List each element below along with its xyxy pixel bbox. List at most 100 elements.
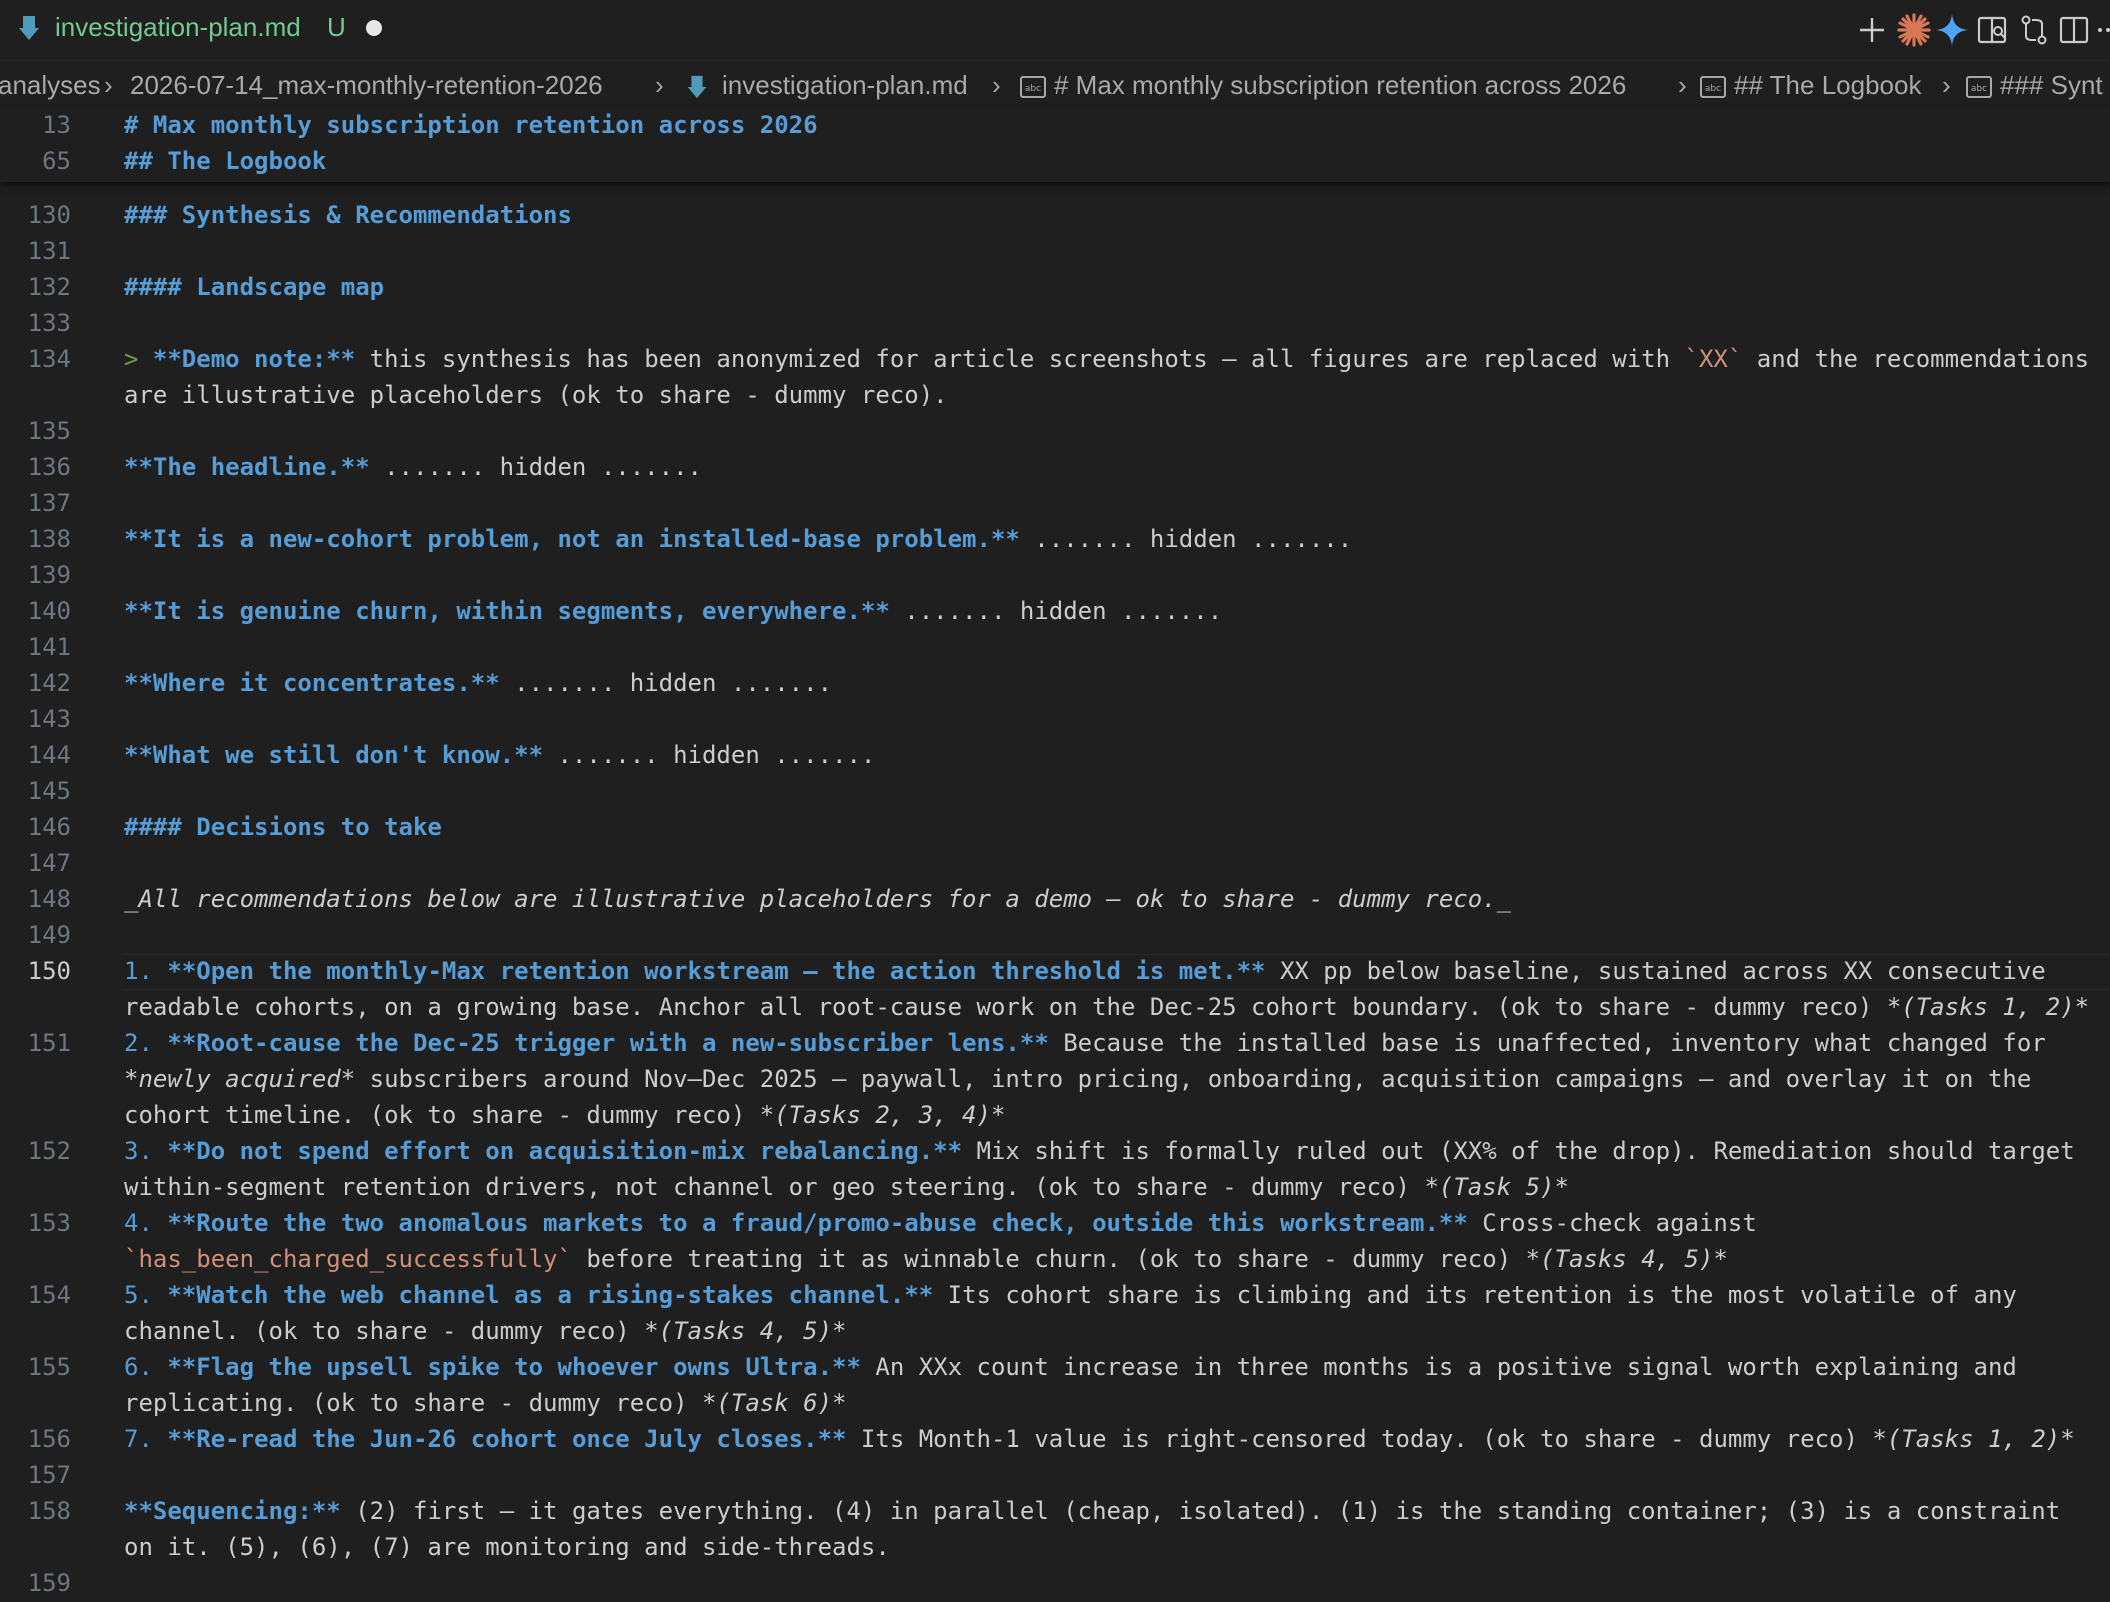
bold-text: **Flag the upsell spike to whoever owns …	[167, 1353, 861, 1381]
bold-text: **It is genuine churn, within segments, …	[124, 597, 890, 625]
bold-text: **Sequencing:**	[124, 1497, 341, 1525]
list-item-4: 4. **Route the two anomalous markets to …	[124, 1208, 1757, 1238]
italic-tasks: *(Task 5)*	[1424, 1173, 1569, 1201]
text: ....... hidden .......	[543, 741, 876, 769]
line-number: 158	[27, 1497, 71, 1525]
italic-tasks: *(Tasks 1, 2)*	[1886, 993, 2090, 1021]
italic-tasks: *(Tasks 2, 3, 4)*	[759, 1101, 1006, 1129]
editor-tab-bar: investigation-plan.md U	[0, 0, 2110, 61]
text: Its Month-1 value is right-censored toda…	[846, 1425, 1873, 1453]
line-number: 147	[27, 849, 71, 877]
heading-synthesis: ### Synthesis & Recommendations	[124, 201, 572, 229]
paragraph-headline: **The headline.** ....... hidden .......	[124, 452, 702, 482]
symbol-string-icon: abc	[1966, 76, 1992, 98]
wrapped-text: `has_been_charged_successfully` before t…	[124, 1244, 1728, 1274]
split-editor-icon[interactable]	[2056, 12, 2092, 48]
breadcrumb-heading-3[interactable]: ### Synt	[2000, 70, 2103, 101]
italic-disclaimer: _All recommendations below are illustrat…	[124, 885, 1512, 913]
text: ....... hidden .......	[369, 453, 702, 481]
open-preview-icon[interactable]	[1974, 12, 2010, 48]
line-number: 148	[27, 885, 71, 913]
paragraph-genuine-churn: **It is genuine churn, within segments, …	[124, 596, 1222, 626]
more-actions-icon[interactable]	[2096, 12, 2110, 48]
blockquote-demo-note: > **Demo note:** this synthesis has been…	[124, 344, 2089, 374]
bold-text: **Re-read the Jun-26 cohort once July cl…	[167, 1425, 847, 1453]
wrapped-text: replicating. (ok to share - dummy reco) …	[124, 1388, 846, 1418]
claude-icon[interactable]	[1896, 12, 1932, 48]
wrapped-text: *newly acquired* subscribers around Nov–…	[124, 1064, 2031, 1094]
text: and the recommendations	[1742, 345, 2090, 373]
text: Mix shift is formally ruled out (XX% of …	[962, 1137, 2075, 1165]
breadcrumb-file[interactable]: investigation-plan.md	[722, 70, 968, 101]
breadcrumb-folder-analysis[interactable]: 2026-07-14_max-monthly-retention-2026	[130, 70, 603, 101]
breadcrumb-folder-analyses[interactable]: analyses	[0, 70, 101, 101]
compare-changes-icon[interactable]	[2016, 12, 2052, 48]
chevron-right-icon: ›	[1942, 70, 1951, 100]
list-item-7: 7. **Re-read the Jun-26 cohort once July…	[124, 1424, 2075, 1454]
svg-text:abc: abc	[1971, 84, 1987, 94]
text: (2) first — it gates everything. (4) in …	[340, 1497, 2061, 1525]
line-number: 131	[27, 237, 71, 265]
line-number: 144	[27, 741, 71, 769]
bold-text: **The headline.**	[124, 453, 370, 481]
paragraph-sequencing: **Sequencing:** (2) first — it gates eve…	[124, 1496, 2060, 1526]
wrapped-text: on it. (5), (6), (7) are monitoring and …	[124, 1533, 890, 1561]
tab-title: investigation-plan.md	[55, 12, 301, 42]
line-number: 140	[27, 597, 71, 625]
editor-tab-investigation-plan[interactable]: investigation-plan.md U	[0, 0, 420, 60]
bold-text: **Route the two anomalous markets to a f…	[167, 1209, 1468, 1237]
italic-tasks: *(Tasks 1, 2)*	[1872, 1425, 2075, 1453]
text: Its cohort share is climbing and its ret…	[933, 1281, 2017, 1309]
bold-text: **What we still don't know.**	[124, 741, 544, 769]
text: ....... hidden .......	[499, 669, 833, 697]
new-file-icon[interactable]	[1854, 12, 1890, 48]
text: ....... hidden .......	[889, 597, 1223, 625]
list-item-6: 6. **Flag the upsell spike to whoever ow…	[124, 1352, 2017, 1382]
line-number: 138	[27, 525, 71, 553]
wrapped-text: cohort timeline. (ok to share - dummy re…	[124, 1100, 1005, 1130]
symbol-string-icon: abc	[1700, 76, 1726, 98]
line-number: 132	[27, 273, 71, 301]
unsaved-changes-dot[interactable]	[366, 20, 382, 36]
heading-decisions: #### Decisions to take	[124, 813, 442, 841]
list-marker: 7.	[124, 1425, 168, 1453]
list-marker: 3.	[124, 1137, 168, 1165]
line-number: 130	[27, 201, 71, 229]
line-number: 156	[27, 1425, 71, 1453]
inline-code: `XX`	[1684, 345, 1743, 373]
sticky-heading-2[interactable]: ## The Logbook	[124, 146, 326, 176]
line-number: 142	[27, 669, 71, 697]
line-number: 152	[27, 1137, 71, 1165]
line-number: 143	[27, 705, 71, 733]
list-marker: 5.	[124, 1281, 168, 1309]
bold-text: **Watch the web channel as a rising-stak…	[167, 1281, 934, 1309]
bold-text: **Demo note:**	[152, 345, 356, 373]
line-number: 133	[27, 309, 71, 337]
line-number: 135	[27, 417, 71, 445]
list-marker: 4.	[124, 1209, 168, 1237]
symbol-string-icon: abc	[1020, 76, 1046, 98]
line-number: 155	[27, 1353, 71, 1381]
heading-landscape-map: #### Landscape map	[124, 273, 385, 301]
list-marker: 2.	[124, 1029, 168, 1057]
text: Cross-check against	[1467, 1209, 1757, 1237]
wrapped-text: readable cohorts, on a growing base. Anc…	[124, 992, 2089, 1022]
line-number: 149	[27, 921, 71, 949]
breadcrumb-heading-2[interactable]: ## The Logbook	[1734, 70, 1921, 101]
svg-text:abc: abc	[1705, 84, 1721, 94]
chevron-right-icon: ›	[655, 70, 664, 100]
list-item-1: 1. **Open the monthly-Max retention work…	[124, 956, 2046, 986]
markdown-file-icon	[19, 16, 39, 40]
bold-text: **Do not spend effort on acquisition-mix…	[167, 1137, 963, 1165]
gemini-icon[interactable]	[1934, 12, 1970, 48]
italic-text: *newly acquired*	[124, 1065, 356, 1093]
italic-tasks: *(Tasks 4, 5)*	[644, 1317, 847, 1345]
list-marker: 1.	[124, 957, 168, 985]
paragraph-new-cohort: **It is a new-cohort problem, not an ins…	[124, 524, 1352, 554]
line-number: 136	[27, 453, 71, 481]
line-number: 151	[27, 1029, 71, 1057]
line-number: 134	[27, 345, 71, 373]
breadcrumb-heading-1[interactable]: # Max monthly subscription retention acr…	[1054, 70, 1626, 101]
sticky-heading-1[interactable]: # Max monthly subscription retention acr…	[124, 110, 818, 140]
text: readable cohorts, on a growing base. Anc…	[124, 993, 1887, 1021]
